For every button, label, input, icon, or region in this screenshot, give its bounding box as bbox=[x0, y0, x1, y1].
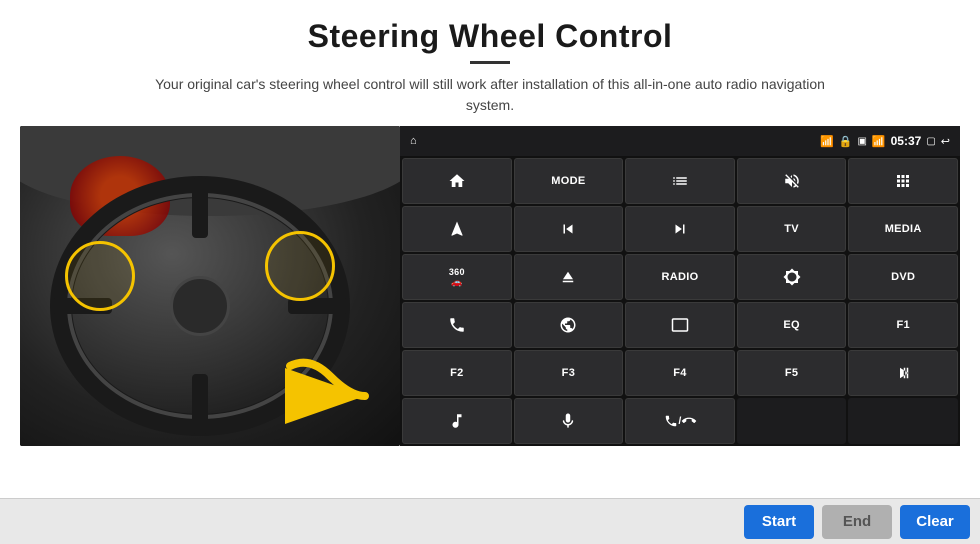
btn-eq[interactable]: EQ bbox=[737, 302, 847, 348]
btn-f1[interactable]: F1 bbox=[848, 302, 958, 348]
btn-empty-2 bbox=[848, 398, 958, 444]
start-button[interactable]: Start bbox=[744, 505, 814, 539]
highlight-circle-right bbox=[265, 231, 335, 301]
btn-phone[interactable] bbox=[402, 302, 512, 348]
btn-home[interactable] bbox=[402, 158, 512, 204]
lock-icon: 🔒 bbox=[839, 135, 853, 148]
btn-dvd[interactable]: DVD bbox=[848, 254, 958, 300]
btn-f4[interactable]: F4 bbox=[625, 350, 735, 396]
clear-button[interactable]: Clear bbox=[900, 505, 970, 539]
btn-prev[interactable] bbox=[514, 206, 624, 252]
content-section: ⌂ 📶 🔒 ▣ 📶 05:37 ▢ ↩ bbox=[0, 126, 980, 498]
btn-media[interactable]: MEDIA bbox=[848, 206, 958, 252]
btn-tv[interactable]: TV bbox=[737, 206, 847, 252]
btn-eject[interactable] bbox=[514, 254, 624, 300]
btn-navigate[interactable] bbox=[402, 206, 512, 252]
page-title: Steering Wheel Control bbox=[40, 18, 940, 55]
page-wrapper: Steering Wheel Control Your original car… bbox=[0, 0, 980, 544]
arrow-icon bbox=[280, 346, 380, 426]
status-time: 05:37 bbox=[891, 134, 922, 148]
window-icon: ▢ bbox=[926, 136, 935, 147]
btn-playpause[interactable] bbox=[848, 350, 958, 396]
btn-list[interactable] bbox=[625, 158, 735, 204]
btn-browse[interactable] bbox=[514, 302, 624, 348]
sim-icon: ▣ bbox=[857, 136, 866, 147]
home-status-icon: ⌂ bbox=[410, 135, 417, 147]
status-right: 📶 🔒 ▣ 📶 05:37 ▢ ↩ bbox=[820, 134, 950, 148]
car-image bbox=[20, 126, 400, 446]
bluetooth-icon: 📶 bbox=[872, 135, 886, 148]
title-divider bbox=[470, 61, 510, 64]
arrow-container bbox=[280, 346, 380, 426]
back-icon: ↩ bbox=[941, 135, 950, 148]
spoke-bottom bbox=[192, 374, 208, 434]
highlight-circle-left bbox=[65, 241, 135, 311]
btn-music[interactable] bbox=[402, 398, 512, 444]
btn-f3[interactable]: F3 bbox=[514, 350, 624, 396]
btn-next[interactable] bbox=[625, 206, 735, 252]
status-left: ⌂ bbox=[410, 135, 417, 147]
btn-mode[interactable]: MODE bbox=[514, 158, 624, 204]
btn-apps[interactable] bbox=[848, 158, 958, 204]
btn-f5[interactable]: F5 bbox=[737, 350, 847, 396]
btn-empty-1 bbox=[737, 398, 847, 444]
btn-mute[interactable] bbox=[737, 158, 847, 204]
button-grid: MODE TV bbox=[400, 156, 960, 446]
action-bar: Start End Clear bbox=[0, 498, 980, 544]
btn-mic[interactable] bbox=[514, 398, 624, 444]
btn-call[interactable]: / bbox=[625, 398, 735, 444]
spoke-top bbox=[192, 178, 208, 238]
btn-brightness[interactable] bbox=[737, 254, 847, 300]
btn-window[interactable] bbox=[625, 302, 735, 348]
btn-radio[interactable]: RADIO bbox=[625, 254, 735, 300]
end-button[interactable]: End bbox=[822, 505, 892, 539]
btn-f2[interactable]: F2 bbox=[402, 350, 512, 396]
page-subtitle: Your original car's steering wheel contr… bbox=[140, 74, 840, 116]
steering-wheel-bg bbox=[20, 126, 400, 446]
btn-360cam[interactable]: 360🚗 bbox=[402, 254, 512, 300]
control-panel: ⌂ 📶 🔒 ▣ 📶 05:37 ▢ ↩ bbox=[400, 126, 960, 446]
steering-hub bbox=[170, 276, 230, 336]
wifi-icon: 📶 bbox=[820, 135, 834, 148]
status-bar: ⌂ 📶 🔒 ▣ 📶 05:37 ▢ ↩ bbox=[400, 126, 960, 156]
header-section: Steering Wheel Control Your original car… bbox=[0, 0, 980, 126]
